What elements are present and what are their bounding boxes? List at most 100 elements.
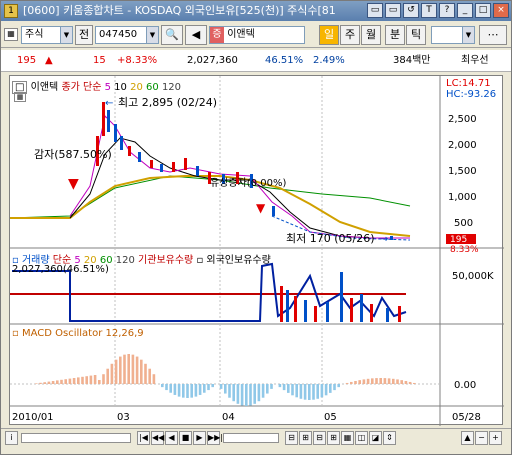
low-label: 최저 170 (05/26) bbox=[286, 232, 375, 245]
chevron-down-icon: ▼ bbox=[462, 27, 474, 43]
code-input[interactable]: 047450 ▼ bbox=[95, 26, 159, 44]
zoom-track[interactable] bbox=[223, 433, 279, 443]
macd-bar bbox=[278, 384, 282, 388]
stock-name-field[interactable]: 증 이앤텍 bbox=[209, 26, 305, 44]
macd-bar bbox=[232, 384, 235, 402]
panel-icon[interactable]: ◪ bbox=[369, 431, 382, 445]
zoom-in-icon[interactable]: ⊞ bbox=[299, 431, 312, 445]
info-icon[interactable]: i bbox=[5, 431, 18, 445]
macd-bar bbox=[329, 384, 332, 393]
market-select[interactable]: 주식 ▼ bbox=[21, 26, 73, 44]
nav-last-button[interactable]: ▶▶| bbox=[207, 431, 223, 445]
window-title: [0600] 키움종합차트 - KOSDAQ 외국인보유[525(천)] 주식수… bbox=[23, 4, 336, 17]
chart-area[interactable]: 2,500 2,000 1,500 1,000 500 LC:14.71 HC:… bbox=[9, 75, 504, 426]
volume-tick: 50,000K bbox=[452, 271, 494, 282]
nav-back-button[interactable]: ◀ bbox=[165, 431, 178, 445]
volume-bar bbox=[326, 302, 329, 322]
shrink-icon[interactable]: ⊟ bbox=[313, 431, 326, 445]
price-tick: 1,000 bbox=[448, 192, 477, 203]
macd-bar bbox=[261, 384, 265, 398]
chart-type-icon[interactable]: ▦ bbox=[4, 28, 18, 41]
volume-bar bbox=[340, 272, 343, 322]
up-icon[interactable]: ▲ bbox=[461, 431, 474, 445]
quote-foreign-ratio: 46.51% bbox=[265, 55, 304, 66]
minimize-button[interactable]: _ bbox=[457, 3, 473, 18]
speaker-icon[interactable]: ◀ bbox=[185, 25, 207, 45]
more-button[interactable]: ⋯ bbox=[479, 25, 507, 45]
grid-icon[interactable]: ▦ bbox=[341, 431, 354, 445]
macd-bar bbox=[362, 379, 366, 384]
split-icon[interactable]: ◫ bbox=[355, 431, 368, 445]
macd-bar bbox=[240, 384, 244, 406]
interval-field[interactable]: ▼ bbox=[431, 26, 475, 44]
macd-bar bbox=[219, 384, 223, 389]
app-icon: 1 bbox=[4, 4, 18, 18]
nav-first-button[interactable]: |◀ bbox=[137, 431, 150, 445]
help-icon[interactable]: ? bbox=[439, 3, 455, 18]
legend-square-icon: ▫ bbox=[12, 328, 19, 339]
macd-bar bbox=[198, 384, 202, 395]
nav-fast-back-button[interactable]: ◀◀ bbox=[151, 431, 164, 445]
macd-bar bbox=[282, 384, 286, 391]
minus-icon[interactable]: − bbox=[475, 431, 488, 445]
candle bbox=[107, 110, 110, 132]
maximize-button[interactable]: □ bbox=[475, 3, 491, 18]
text-icon[interactable]: T bbox=[421, 3, 437, 18]
macd-bar bbox=[299, 384, 303, 399]
volume-bar bbox=[304, 300, 307, 322]
screen-icon[interactable]: ▭ bbox=[385, 3, 401, 18]
zoom-out-icon[interactable]: ⊟ bbox=[285, 431, 298, 445]
scroll-track[interactable] bbox=[21, 433, 131, 443]
macd-bar bbox=[387, 378, 391, 384]
period-month-button[interactable]: 월 bbox=[361, 25, 381, 45]
macd-bar bbox=[144, 363, 147, 384]
x-label: 04 bbox=[222, 412, 235, 423]
macd-bar bbox=[312, 384, 315, 400]
macd-bar bbox=[345, 382, 349, 384]
period-week-button[interactable]: 주 bbox=[340, 25, 360, 45]
macd-bar bbox=[98, 380, 101, 384]
macd-bar bbox=[392, 378, 395, 384]
macd-bar bbox=[39, 382, 42, 384]
nav-forward-button[interactable]: ▶ bbox=[193, 431, 206, 445]
macd-bar bbox=[224, 384, 227, 394]
tile-icon[interactable]: ▭ bbox=[367, 3, 383, 18]
macd-bar bbox=[379, 378, 382, 384]
expand-icon[interactable]: ⊞ bbox=[327, 431, 340, 445]
macd-bar bbox=[303, 384, 307, 400]
macd-bar bbox=[316, 384, 319, 399]
period-day-button[interactable]: 일 bbox=[319, 25, 339, 45]
period-tick-button[interactable]: 틱 bbox=[406, 25, 426, 45]
search-icon[interactable]: 🔍 bbox=[161, 25, 183, 45]
nav-stop-button[interactable]: ■ bbox=[179, 431, 192, 445]
macd-bar bbox=[320, 384, 324, 398]
macd-bar bbox=[43, 382, 46, 384]
volume-bar bbox=[350, 298, 353, 322]
macd-bar bbox=[211, 384, 214, 388]
refresh-icon[interactable]: ↺ bbox=[403, 3, 419, 18]
grid-toggle-icon[interactable]: ▦ bbox=[14, 92, 26, 102]
macd-legend: ▫ MACD Oscillator 12,26,9 bbox=[12, 328, 144, 339]
legend-ma-label: 종가 단순 bbox=[61, 82, 102, 93]
macd-bar bbox=[257, 384, 261, 402]
macd-bar bbox=[366, 378, 370, 384]
macd-bar bbox=[324, 384, 328, 396]
candle bbox=[138, 152, 141, 162]
volume-bar bbox=[294, 296, 297, 322]
plus-icon[interactable]: + bbox=[489, 431, 502, 445]
period-minute-button[interactable]: 분 bbox=[385, 25, 405, 45]
prev-button[interactable]: 전 bbox=[75, 25, 93, 45]
candle bbox=[114, 124, 117, 142]
stock-badge: 증 bbox=[210, 27, 224, 43]
macd-bar bbox=[354, 381, 357, 384]
macd-bar bbox=[135, 356, 139, 384]
macd-bar bbox=[245, 384, 248, 406]
chevron-down-icon: ▼ bbox=[146, 27, 158, 43]
close-button[interactable]: × bbox=[493, 3, 509, 18]
price-tick: 2,500 bbox=[448, 114, 477, 125]
macd-bar bbox=[114, 359, 118, 384]
macd-bar bbox=[173, 384, 177, 395]
resize-icon[interactable]: ⇕ bbox=[383, 431, 396, 445]
macd-bar bbox=[119, 356, 122, 384]
candle bbox=[184, 158, 187, 170]
